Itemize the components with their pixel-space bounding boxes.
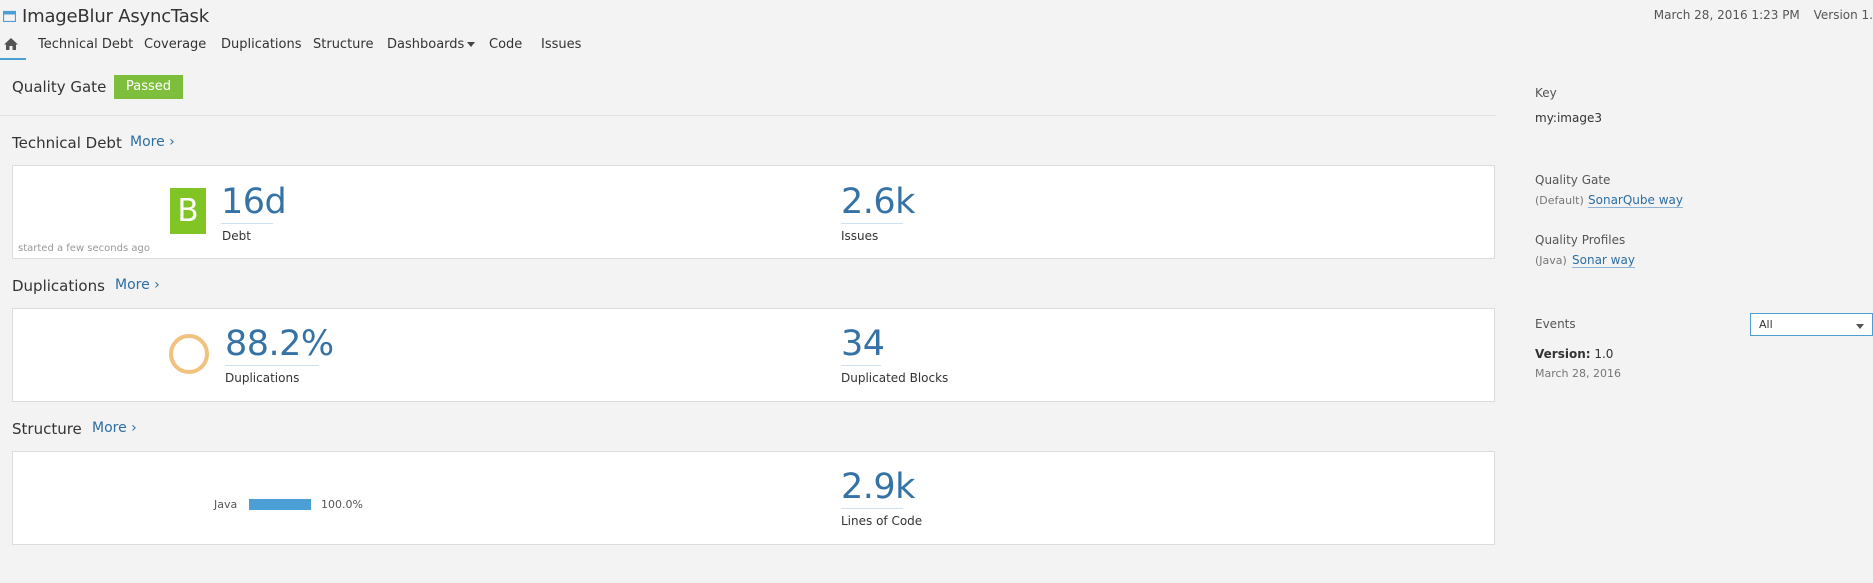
structure-title: Structure — [12, 420, 82, 438]
structure-panel: Java 100.0% 2.9k Lines of Code — [12, 451, 1495, 545]
duplications-panel: 88.2% Duplications 34 Duplicated Blocks — [12, 308, 1495, 402]
nav-dashboards-label: Dashboards — [387, 37, 465, 52]
quality-profile-link[interactable]: Sonar way — [1572, 253, 1635, 268]
key-value: my:image3 — [1535, 111, 1602, 125]
nav-dashboards[interactable]: Dashboards — [387, 37, 476, 52]
analysis-date: March 28, 2016 1:23 PM — [1653, 8, 1800, 22]
quality-gate-status-badge: Passed — [114, 75, 183, 99]
nav-coverage[interactable]: Coverage — [144, 37, 206, 52]
nav-issues[interactable]: Issues — [541, 37, 581, 52]
debt-label: Debt — [222, 229, 251, 243]
language-name: Java — [214, 498, 238, 511]
analysis-version: Version 1. — [1813, 8, 1873, 22]
structure-more-label: More — [92, 420, 127, 436]
duplicated-blocks-underline — [841, 365, 881, 366]
nav-home[interactable] — [0, 34, 26, 60]
events-filter-value: All — [1759, 318, 1773, 331]
home-icon — [4, 38, 18, 50]
key-label: Key — [1535, 86, 1557, 100]
events-label: Events — [1535, 317, 1576, 331]
duplications-ring-chart — [169, 334, 209, 374]
nav-technical-debt[interactable]: Technical Debt — [38, 37, 133, 52]
analysis-meta: March 28, 2016 1:23 PM Version 1. — [1644, 8, 1873, 22]
nav-duplications[interactable]: Duplications — [221, 37, 302, 52]
analysis-started-text: started a few seconds ago — [18, 243, 150, 254]
event-version: Version: 1.0 — [1535, 347, 1613, 361]
project-title: ImageBlur AsyncTask — [22, 6, 209, 27]
nav-code[interactable]: Code — [489, 37, 522, 52]
debt-value[interactable]: 16d — [221, 182, 287, 222]
quality-profile-language: (Java) — [1535, 254, 1567, 267]
lines-of-code-underline — [841, 508, 903, 509]
event-date: March 28, 2016 — [1535, 367, 1622, 380]
quality-gate-label: Quality Gate — [12, 78, 107, 96]
duplicated-blocks-value[interactable]: 34 — [841, 324, 885, 364]
structure-more-link[interactable]: More › — [92, 420, 137, 436]
duplications-more-link[interactable]: More › — [115, 277, 160, 293]
event-version-value: 1.0 — [1594, 347, 1614, 361]
debt-value-underline — [221, 223, 273, 224]
nav-structure[interactable]: Structure — [313, 37, 373, 52]
chevron-down-icon — [1856, 324, 1864, 329]
divider — [0, 115, 1496, 116]
lines-of-code-label: Lines of Code — [841, 514, 923, 528]
duplications-title: Duplications — [12, 277, 105, 295]
technical-debt-panel: B 16d Debt 2.6k Issues started a few sec… — [12, 165, 1495, 259]
language-distribution-bar — [249, 499, 311, 510]
quality-gate-side-label: Quality Gate — [1535, 173, 1611, 187]
technical-debt-more-label: More — [130, 134, 165, 150]
event-version-label: Version: — [1535, 347, 1591, 361]
lines-of-code-value[interactable]: 2.9k — [841, 467, 915, 507]
caret-down-icon — [467, 42, 476, 47]
language-percentage: 100.0% — [321, 498, 363, 511]
duplications-more-label: More — [115, 277, 150, 293]
duplicated-blocks-label: Duplicated Blocks — [841, 371, 949, 385]
project-icon — [3, 10, 16, 22]
debt-rating-badge: B — [170, 188, 206, 234]
duplications-value[interactable]: 88.2% — [225, 324, 334, 364]
technical-debt-more-link[interactable]: More › — [130, 134, 175, 150]
duplications-label: Duplications — [225, 371, 300, 385]
technical-debt-title: Technical Debt — [12, 134, 122, 152]
quality-profiles-label: Quality Profiles — [1535, 233, 1626, 247]
issues-value[interactable]: 2.6k — [841, 182, 915, 222]
top-bar: ImageBlur AsyncTask March 28, 2016 1:23 … — [0, 0, 1873, 62]
quality-gate-link[interactable]: SonarQube way — [1588, 193, 1683, 208]
duplications-value-underline — [225, 365, 319, 366]
issues-label: Issues — [841, 229, 879, 243]
events-filter-select[interactable]: All — [1750, 313, 1873, 336]
issues-value-underline — [841, 223, 903, 224]
quality-gate-default-text: (Default) — [1535, 194, 1584, 207]
